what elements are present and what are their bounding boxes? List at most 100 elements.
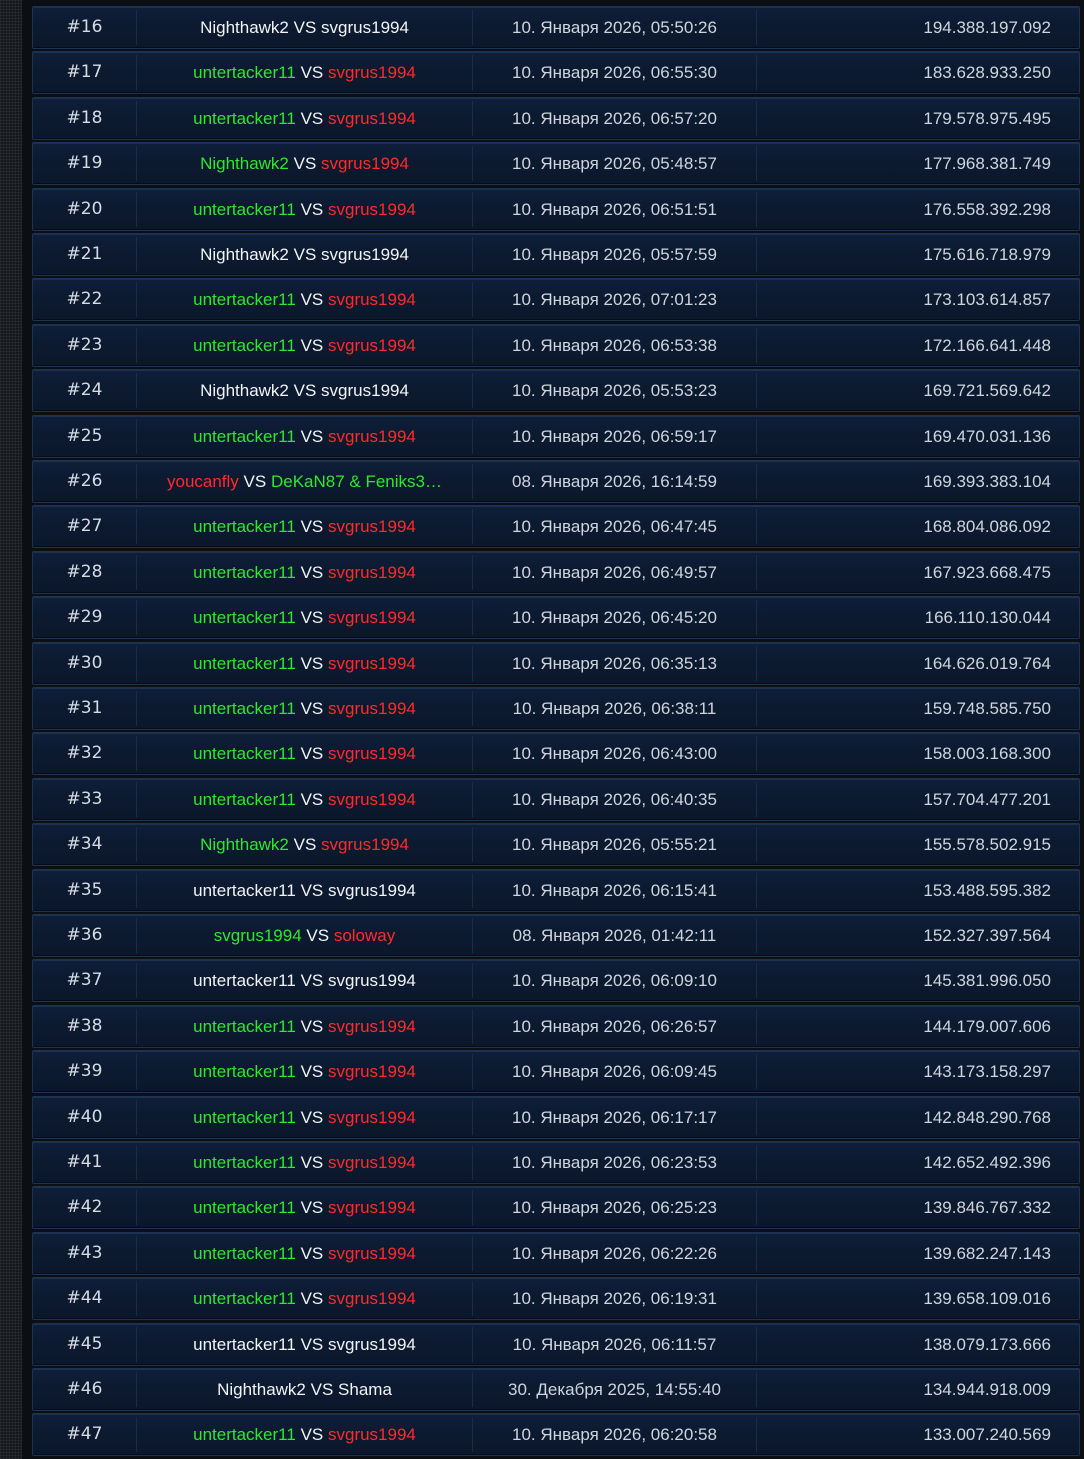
defender-link[interactable]: svgrus1994 bbox=[328, 290, 416, 309]
attacker-link[interactable]: svgrus1994 bbox=[214, 926, 302, 945]
defender-link[interactable]: soloway bbox=[334, 926, 395, 945]
defender-link[interactable]: svgrus1994 bbox=[328, 1062, 416, 1081]
table-row[interactable]: #22 untertacker11 VS svgrus1994 10. Янва… bbox=[32, 278, 1080, 322]
defender-link[interactable]: svgrus1994 bbox=[321, 18, 409, 37]
table-row[interactable]: #34 Nighthawk2 VS svgrus1994 10. Января … bbox=[32, 823, 1080, 867]
score-cell: 175.616.718.979 bbox=[923, 245, 1051, 264]
defender-link[interactable]: Shama bbox=[338, 1380, 392, 1399]
defender-link[interactable]: svgrus1994 bbox=[328, 790, 416, 809]
defender-link[interactable]: svgrus1994 bbox=[328, 1198, 416, 1217]
attacker-link[interactable]: untertacker11 bbox=[193, 699, 296, 718]
date-cell: 10. Января 2026, 06:43:00 bbox=[512, 744, 717, 764]
defender-link[interactable]: svgrus1994 bbox=[321, 381, 409, 400]
defender-link[interactable]: svgrus1994 bbox=[328, 109, 416, 128]
attacker-link[interactable]: Nighthawk2 bbox=[200, 18, 289, 37]
defender-link[interactable]: svgrus1994 bbox=[328, 744, 416, 763]
table-row[interactable]: #18 untertacker11 VS svgrus1994 10. Янва… bbox=[32, 96, 1080, 140]
attacker-link[interactable]: untertacker11 bbox=[193, 427, 296, 446]
table-row[interactable]: #39 untertacker11 VS svgrus1994 10. Янва… bbox=[32, 1050, 1080, 1094]
table-row[interactable]: #43 untertacker11 VS svgrus1994 10. Янва… bbox=[32, 1231, 1080, 1275]
table-row[interactable]: #33 untertacker11 VS svgrus1994 10. Янва… bbox=[32, 777, 1080, 821]
table-row[interactable]: #45 untertacker11 VS svgrus1994 10. Янва… bbox=[32, 1322, 1080, 1366]
table-row[interactable]: #19 Nighthawk2 VS svgrus1994 10. Января … bbox=[32, 142, 1080, 186]
defender-link[interactable]: svgrus1994 bbox=[328, 1289, 416, 1308]
attacker-link[interactable]: Nighthawk2 bbox=[200, 835, 289, 854]
table-row[interactable]: #41 untertacker11 VS svgrus1994 10. Янва… bbox=[32, 1141, 1080, 1184]
attacker-link[interactable]: Nighthawk2 bbox=[200, 381, 289, 400]
defender-link[interactable]: svgrus1994 bbox=[328, 1153, 416, 1172]
attacker-link[interactable]: untertacker11 bbox=[193, 63, 296, 82]
table-row[interactable]: #40 untertacker11 VS svgrus1994 10. Янва… bbox=[32, 1095, 1080, 1139]
defender-link[interactable]: svgrus1994 bbox=[328, 427, 416, 446]
attacker-link[interactable]: Nighthawk2 bbox=[200, 245, 289, 264]
attacker-link[interactable]: untertacker11 bbox=[193, 654, 296, 673]
table-row[interactable]: #30 untertacker11 VS svgrus1994 10. Янва… bbox=[32, 641, 1080, 685]
attacker-link[interactable]: untertacker11 bbox=[193, 790, 296, 809]
table-row[interactable]: #35 untertacker11 VS svgrus1994 10. Янва… bbox=[32, 868, 1080, 912]
attacker-link[interactable]: untertacker11 bbox=[193, 1289, 296, 1308]
defender-link[interactable]: svgrus1994 bbox=[328, 608, 416, 627]
table-row[interactable]: #42 untertacker11 VS svgrus1994 10. Янва… bbox=[32, 1186, 1080, 1230]
defender-link[interactable]: svgrus1994 bbox=[328, 517, 416, 536]
table-row[interactable]: #20 untertacker11 VS svgrus1994 10. Янва… bbox=[32, 187, 1080, 231]
defender-link[interactable]: svgrus1994 bbox=[328, 1335, 416, 1354]
attacker-link[interactable]: untertacker11 bbox=[193, 336, 296, 355]
table-row[interactable]: #46 Nighthawk2 VS Shama 30. Декабря 2025… bbox=[32, 1368, 1080, 1411]
attacker-link[interactable]: untertacker11 bbox=[193, 1198, 296, 1217]
defender-link[interactable]: svgrus1994 bbox=[321, 154, 409, 173]
defender-link[interactable]: svgrus1994 bbox=[328, 563, 416, 582]
defender-link[interactable]: svgrus1994 bbox=[328, 200, 416, 219]
table-row[interactable]: #44 untertacker11 VS svgrus1994 10. Янва… bbox=[32, 1277, 1080, 1321]
table-row[interactable]: #26 youcanfly VS DeKaN87 & Feniks3… 08. … bbox=[32, 460, 1080, 503]
attacker-link[interactable]: untertacker11 bbox=[193, 200, 296, 219]
attacker-link[interactable]: untertacker11 bbox=[193, 1244, 296, 1263]
table-row[interactable]: #23 untertacker11 VS svgrus1994 10. Янва… bbox=[32, 323, 1080, 367]
attacker-link[interactable]: Nighthawk2 bbox=[200, 154, 289, 173]
defender-link[interactable]: DeKaN87 & Feniks3… bbox=[271, 472, 442, 491]
table-row[interactable]: #36 svgrus1994 VS soloway 08. Января 202… bbox=[32, 914, 1080, 957]
table-row[interactable]: #29 untertacker11 VS svgrus1994 10. Янва… bbox=[32, 596, 1080, 640]
table-row[interactable]: #25 untertacker11 VS svgrus1994 10. Янва… bbox=[32, 414, 1080, 458]
attacker-link[interactable]: untertacker11 bbox=[193, 290, 296, 309]
table-row[interactable]: #28 untertacker11 VS svgrus1994 10. Янва… bbox=[32, 550, 1080, 594]
defender-link[interactable]: svgrus1994 bbox=[328, 1425, 416, 1444]
attacker-link[interactable]: untertacker11 bbox=[193, 744, 296, 763]
attacker-link[interactable]: untertacker11 bbox=[193, 881, 296, 900]
table-row[interactable]: #37 untertacker11 VS svgrus1994 10. Янва… bbox=[32, 959, 1080, 1003]
attacker-link[interactable]: untertacker11 bbox=[193, 517, 296, 536]
table-row[interactable]: #17 untertacker11 VS svgrus1994 10. Янва… bbox=[32, 51, 1080, 95]
table-row[interactable]: #21 Nighthawk2 VS svgrus1994 10. Января … bbox=[32, 233, 1080, 276]
defender-link[interactable]: svgrus1994 bbox=[328, 654, 416, 673]
table-row[interactable]: #47 untertacker11 VS svgrus1994 10. Янва… bbox=[32, 1413, 1080, 1457]
defender-link[interactable]: svgrus1994 bbox=[328, 971, 416, 990]
defender-link[interactable]: svgrus1994 bbox=[321, 835, 409, 854]
table-row[interactable]: #38 untertacker11 VS svgrus1994 10. Янва… bbox=[32, 1004, 1080, 1048]
attacker-link[interactable]: untertacker11 bbox=[193, 608, 296, 627]
attacker-link[interactable]: youcanfly bbox=[167, 472, 239, 491]
table-row[interactable]: #31 untertacker11 VS svgrus1994 10. Янва… bbox=[32, 687, 1080, 730]
attacker-link[interactable]: untertacker11 bbox=[193, 1153, 296, 1172]
attacker-link[interactable]: untertacker11 bbox=[193, 971, 296, 990]
rank-cell: #43 bbox=[66, 1242, 103, 1263]
attacker-link[interactable]: untertacker11 bbox=[193, 563, 296, 582]
table-row[interactable]: #27 untertacker11 VS svgrus1994 10. Янва… bbox=[32, 505, 1080, 549]
defender-link[interactable]: svgrus1994 bbox=[328, 1108, 416, 1127]
attacker-link[interactable]: untertacker11 bbox=[193, 1108, 296, 1127]
attacker-link[interactable]: untertacker11 bbox=[193, 1335, 296, 1354]
attacker-link[interactable]: untertacker11 bbox=[193, 1425, 296, 1444]
attacker-link[interactable]: untertacker11 bbox=[193, 1017, 296, 1036]
defender-link[interactable]: svgrus1994 bbox=[328, 699, 416, 718]
defender-link[interactable]: svgrus1994 bbox=[328, 1017, 416, 1036]
defender-link[interactable]: svgrus1994 bbox=[328, 1244, 416, 1263]
table-row[interactable]: #16 Nighthawk2 VS svgrus1994 10. Января … bbox=[32, 6, 1080, 49]
defender-link[interactable]: svgrus1994 bbox=[328, 336, 416, 355]
defender-link[interactable]: svgrus1994 bbox=[328, 63, 416, 82]
vs-label: VS bbox=[300, 1062, 324, 1082]
defender-link[interactable]: svgrus1994 bbox=[328, 881, 416, 900]
table-row[interactable]: #24 Nighthawk2 VS svgrus1994 10. Января … bbox=[32, 369, 1080, 413]
attacker-link[interactable]: untertacker11 bbox=[193, 109, 296, 128]
attacker-link[interactable]: untertacker11 bbox=[193, 1062, 296, 1081]
table-row[interactable]: #32 untertacker11 VS svgrus1994 10. Янва… bbox=[32, 732, 1080, 776]
attacker-link[interactable]: Nighthawk2 bbox=[217, 1380, 306, 1399]
defender-link[interactable]: svgrus1994 bbox=[321, 245, 409, 264]
